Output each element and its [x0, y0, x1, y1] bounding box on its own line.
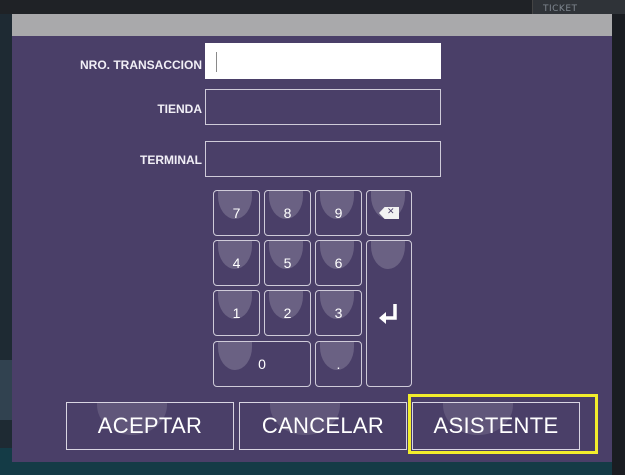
keypad-enter-button[interactable] [366, 240, 412, 387]
keypad-key-1-label: 1 [232, 305, 241, 321]
cancel-button[interactable]: CANCELAR [239, 402, 407, 450]
keypad-key-dot-label: . [336, 356, 341, 372]
keypad-key-8-label: 8 [283, 205, 292, 221]
keypad-key-5[interactable]: 5 [264, 240, 311, 286]
accept-button-label: ACEPTAR [97, 413, 203, 438]
keypad-key-3[interactable]: 3 [315, 290, 362, 336]
background-app-left-panel [0, 360, 12, 420]
text-caret [216, 52, 217, 72]
field-label-store: TIENDA [157, 102, 202, 116]
background-app-right [612, 14, 625, 475]
keypad-key-dot[interactable]: . [315, 341, 362, 387]
background-ticket-label: TICKET [543, 4, 578, 14]
cancel-button-label: CANCELAR [261, 413, 385, 438]
keypad-key-5-label: 5 [283, 255, 292, 271]
keypad-key-2-label: 2 [283, 305, 292, 321]
store-input[interactable] [205, 89, 441, 125]
keypad-key-8[interactable]: 8 [264, 190, 311, 236]
keypad-key-4-label: 4 [232, 255, 241, 271]
accept-button[interactable]: ACEPTAR [66, 402, 234, 450]
keypad-key-2[interactable]: 2 [264, 290, 311, 336]
enter-icon [379, 303, 397, 324]
transaction-dialog: NRO. TRANSACCION TIENDA TERMINAL 7 8 9 4… [12, 14, 612, 462]
keypad-key-6-label: 6 [334, 255, 343, 271]
transaction-number-input[interactable] [205, 43, 441, 79]
keypad-backspace-button[interactable] [366, 190, 412, 236]
keypad-key-9[interactable]: 9 [315, 190, 362, 236]
keypad-key-7[interactable]: 7 [213, 190, 260, 236]
backspace-icon [379, 207, 399, 219]
keypad-key-0[interactable]: 0 [213, 341, 311, 387]
keypad-key-0-label: 0 [258, 356, 266, 372]
terminal-input[interactable] [205, 141, 441, 177]
keypad-key-3-label: 3 [334, 305, 343, 321]
keypad-key-4[interactable]: 4 [213, 240, 260, 286]
keypad-key-7-label: 7 [232, 205, 241, 221]
field-label-transaction-number: NRO. TRANSACCION [80, 58, 202, 72]
assistant-button-highlight [408, 394, 598, 454]
dialog-header-bar [12, 14, 612, 36]
keypad-key-6[interactable]: 6 [315, 240, 362, 286]
keypad-key-1[interactable]: 1 [213, 290, 260, 336]
field-label-terminal: TERMINAL [140, 153, 202, 167]
keypad-key-9-label: 9 [334, 205, 343, 221]
